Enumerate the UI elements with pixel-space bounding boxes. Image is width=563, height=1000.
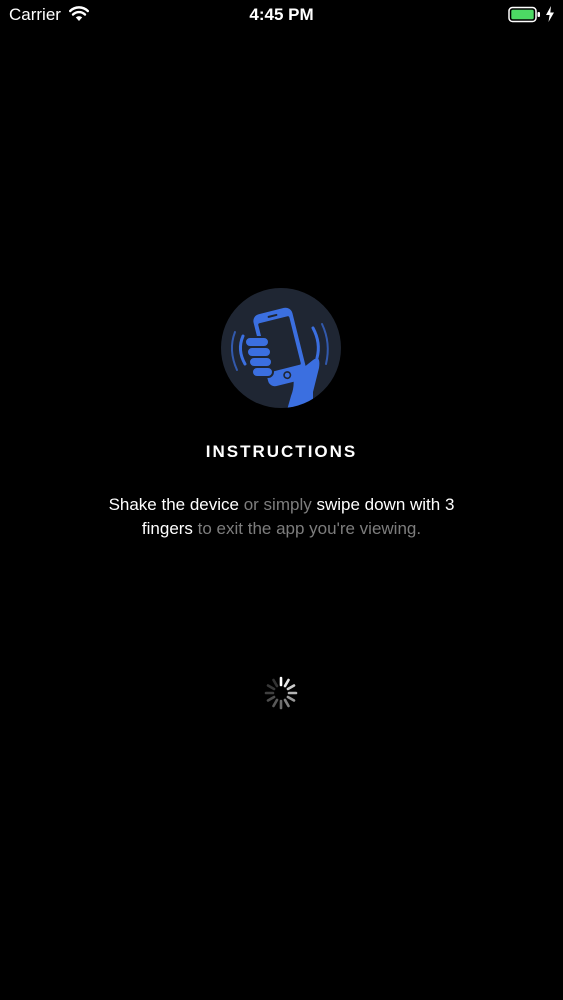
clock: 4:45 PM [249,5,314,24]
bolt-icon [545,6,555,27]
shake-phrase: Shake the device [108,495,239,514]
loading-spinner-icon [262,674,300,717]
shake-phone-icon [221,288,341,408]
status-bar: Carrier 4:45 PM [0,0,563,30]
battery-icon [508,6,542,28]
instructions-text: Shake the device or simply swipe down wi… [100,493,463,541]
instructions-title: INSTRUCTIONS [205,442,358,461]
connector-phrase: or simply [238,495,317,514]
exit-phrase: to exit the app you're viewing. [192,519,422,538]
